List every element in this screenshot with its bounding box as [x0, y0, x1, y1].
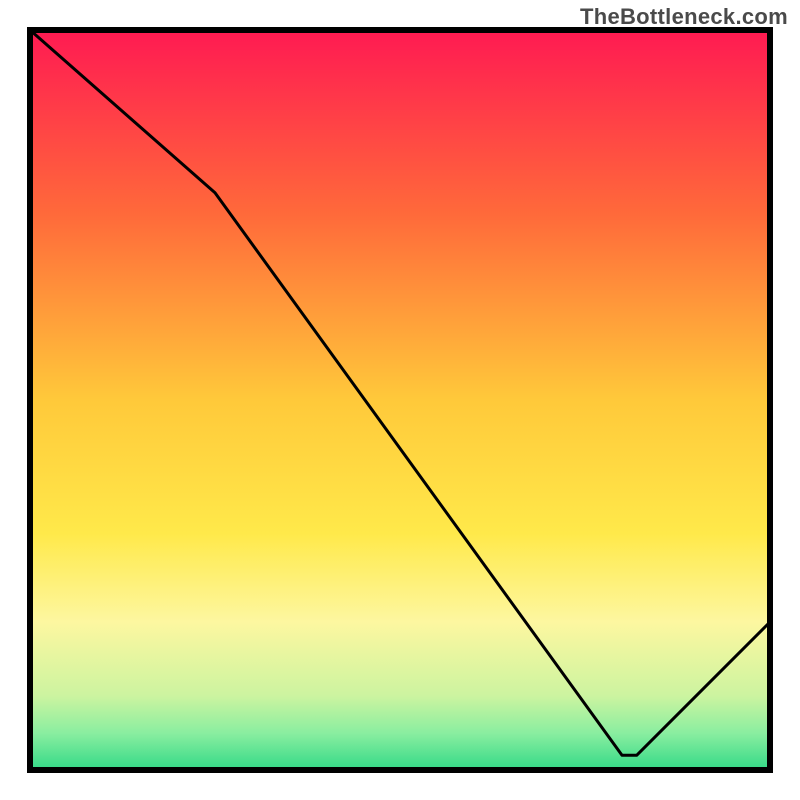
watermark-text: TheBottleneck.com	[580, 4, 788, 30]
bottleneck-chart	[0, 0, 800, 800]
plot-gradient	[30, 30, 770, 770]
